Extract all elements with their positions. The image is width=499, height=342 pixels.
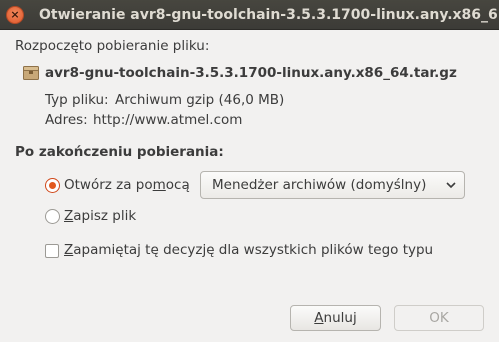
save-file-label[interactable]: Zapisz plik — [64, 208, 136, 224]
application-select-value: Menedżer archiwów (domyślny) — [212, 177, 427, 193]
application-select[interactable]: Menedżer archiwów (domyślny) — [200, 171, 465, 199]
archive-icon — [23, 66, 39, 80]
file-type-label: Typ pliku: — [45, 92, 109, 108]
after-download-heading: Po zakończeniu pobierania: — [15, 144, 224, 160]
close-button[interactable]: × — [6, 6, 24, 24]
file-type-value: Archiwum gzip (46,0 MB) — [115, 92, 285, 108]
open-with-radio[interactable] — [45, 178, 60, 193]
address-label: Adres: — [45, 112, 88, 128]
address-value: http://www.atmel.com — [93, 112, 243, 128]
open-with-label[interactable]: Otwórz za pomocą — [64, 177, 190, 193]
chevron-down-icon — [446, 182, 456, 189]
download-intro: Rozpoczęto pobieranie pliku: — [15, 38, 210, 54]
remember-decision-label[interactable]: Zapamiętaj tę decyzję dla wszystkich pli… — [64, 242, 433, 258]
save-file-radio[interactable] — [45, 209, 60, 224]
cancel-button[interactable]: Anuluj — [290, 305, 381, 331]
remember-decision-checkbox[interactable] — [45, 244, 59, 258]
window-title: Otwieranie avr8-gnu-toolchain-3.5.3.1700… — [39, 7, 497, 23]
file-name: avr8-gnu-toolchain-3.5.3.1700-linux.any.… — [45, 65, 457, 81]
title-bar: × Otwieranie avr8-gnu-toolchain-3.5.3.17… — [0, 0, 499, 30]
close-icon: × — [10, 8, 20, 21]
ok-button[interactable]: OK — [394, 305, 484, 331]
